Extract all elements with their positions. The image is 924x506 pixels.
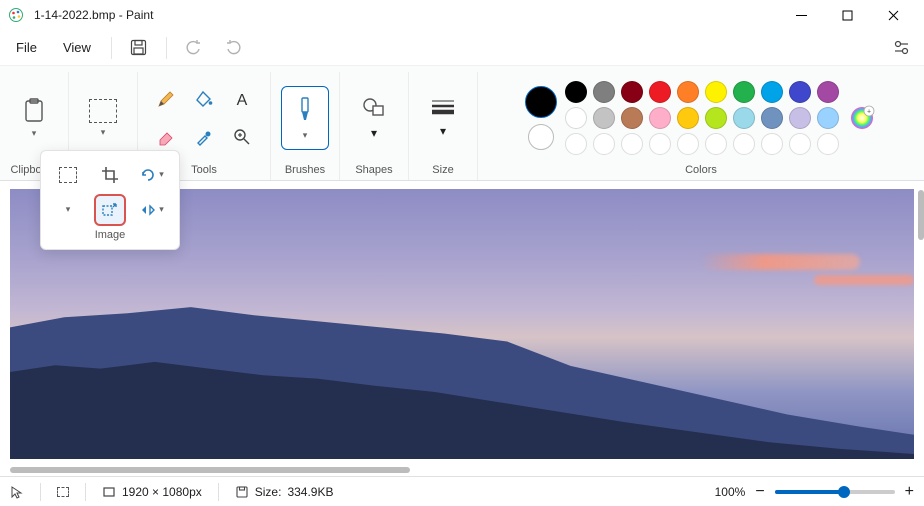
- color-swatch[interactable]: [733, 107, 755, 129]
- color-swatch-empty[interactable]: [593, 133, 615, 155]
- color-swatch[interactable]: [705, 81, 727, 103]
- shapes-button[interactable]: ▾: [350, 86, 398, 150]
- horizontal-scrollbar[interactable]: [10, 467, 410, 473]
- image-select-chevron[interactable]: ▾: [52, 194, 84, 226]
- text-tool[interactable]: A: [224, 81, 260, 117]
- horizontal-scrollbar-track: [10, 465, 914, 475]
- magnifier-tool[interactable]: [224, 119, 260, 155]
- minimize-button[interactable]: [778, 0, 824, 30]
- color-swatch-empty[interactable]: [733, 133, 755, 155]
- zoom-value: 100%: [715, 485, 746, 499]
- color-swatch[interactable]: [761, 107, 783, 129]
- color-swatch-empty[interactable]: [677, 133, 699, 155]
- group-label: Size: [432, 160, 453, 178]
- zoom-slider[interactable]: [775, 490, 895, 494]
- menu-view[interactable]: View: [53, 34, 101, 61]
- color-swatch-empty[interactable]: [621, 133, 643, 155]
- size-button[interactable]: ▾: [419, 86, 467, 150]
- cursor-position: [10, 485, 24, 499]
- status-bar: 1920 × 1080px Size: 334.9KB 100% − +: [0, 476, 924, 506]
- chevron-down-icon: ▾: [440, 124, 446, 138]
- svg-text:+: +: [867, 109, 871, 116]
- group-colors: + Colors: [478, 72, 924, 180]
- file-size: Size: 334.9KB: [235, 485, 334, 499]
- group-label: Colors: [685, 160, 717, 178]
- title-bar: 1-14-2022.bmp - Paint: [0, 0, 924, 30]
- group-label: Shapes: [355, 160, 392, 178]
- close-button[interactable]: [870, 0, 916, 30]
- separator: [166, 37, 167, 59]
- zoom-out-button[interactable]: −: [755, 483, 764, 501]
- color1-swatch[interactable]: [525, 86, 557, 118]
- dimensions-value: 1920 × 1080px: [122, 485, 202, 499]
- redo-button[interactable]: [217, 33, 251, 63]
- color2-swatch[interactable]: [528, 124, 554, 150]
- edit-colors-button[interactable]: +: [847, 103, 877, 133]
- color-swatch-empty[interactable]: [649, 133, 671, 155]
- maximize-button[interactable]: [824, 0, 870, 30]
- color-swatch-empty[interactable]: [705, 133, 727, 155]
- save-button[interactable]: [122, 33, 156, 63]
- chevron-down-icon: ▾: [101, 127, 106, 138]
- select-icon: [89, 99, 117, 123]
- group-label: Tools: [191, 160, 217, 178]
- group-shapes: ▾ Shapes: [340, 72, 409, 180]
- vertical-scrollbar[interactable]: [918, 190, 924, 240]
- pencil-tool[interactable]: [148, 81, 184, 117]
- color-swatch-empty[interactable]: [565, 133, 587, 155]
- window-title: 1-14-2022.bmp - Paint: [34, 8, 153, 22]
- resize-button[interactable]: [94, 194, 126, 226]
- zoom-in-button[interactable]: +: [905, 483, 914, 501]
- group-size: ▾ Size: [409, 72, 478, 180]
- image-select-button[interactable]: [52, 159, 84, 191]
- color-swatch[interactable]: [677, 107, 699, 129]
- svg-text:A: A: [237, 92, 248, 109]
- color-swatch[interactable]: [789, 107, 811, 129]
- group-label: Brushes: [285, 160, 325, 178]
- menu-bar: File View: [0, 30, 924, 66]
- separator: [111, 37, 112, 59]
- chevron-down-icon: ▾: [303, 130, 308, 141]
- rotate-button[interactable]: ▾: [136, 159, 168, 191]
- color-swatch[interactable]: [817, 81, 839, 103]
- size-value: 334.9KB: [287, 485, 333, 499]
- color-swatch[interactable]: [593, 107, 615, 129]
- chevron-down-icon: ▾: [32, 128, 37, 139]
- color-swatch[interactable]: [621, 81, 643, 103]
- image-panel-label: Image: [47, 227, 173, 243]
- brushes-button[interactable]: ▾: [281, 86, 329, 150]
- color-swatch[interactable]: [677, 81, 699, 103]
- app-icon: [8, 7, 24, 23]
- selection-size: [57, 487, 69, 497]
- color-palette: [565, 81, 839, 155]
- menu-file[interactable]: File: [6, 34, 47, 61]
- chevron-down-icon: ▾: [371, 126, 377, 140]
- color-swatch[interactable]: [649, 107, 671, 129]
- color-swatch[interactable]: [705, 107, 727, 129]
- color-swatch[interactable]: [733, 81, 755, 103]
- image-panel: ▾ ▾ ▾ Image: [40, 150, 180, 250]
- color-swatch[interactable]: [649, 81, 671, 103]
- size-label: Size:: [255, 485, 282, 499]
- color-swatch-empty[interactable]: [761, 133, 783, 155]
- color-swatch[interactable]: [817, 107, 839, 129]
- color-swatch-empty[interactable]: [789, 133, 811, 155]
- settings-button[interactable]: [884, 33, 918, 63]
- paste-button[interactable]: ▾: [10, 86, 58, 150]
- color-swatch[interactable]: [789, 81, 811, 103]
- color-swatch[interactable]: [565, 107, 587, 129]
- fill-tool[interactable]: [186, 81, 222, 117]
- select-button[interactable]: ▾: [79, 86, 127, 150]
- undo-button[interactable]: [177, 33, 211, 63]
- canvas-dimensions: 1920 × 1080px: [102, 485, 202, 499]
- picker-tool[interactable]: [186, 119, 222, 155]
- color-swatch-empty[interactable]: [817, 133, 839, 155]
- crop-button[interactable]: [94, 159, 126, 191]
- color-swatch[interactable]: [593, 81, 615, 103]
- color-swatch[interactable]: [565, 81, 587, 103]
- color-swatch[interactable]: [761, 81, 783, 103]
- flip-button[interactable]: ▾: [136, 194, 168, 226]
- color-swatch[interactable]: [621, 107, 643, 129]
- group-brushes: ▾ Brushes: [271, 72, 340, 180]
